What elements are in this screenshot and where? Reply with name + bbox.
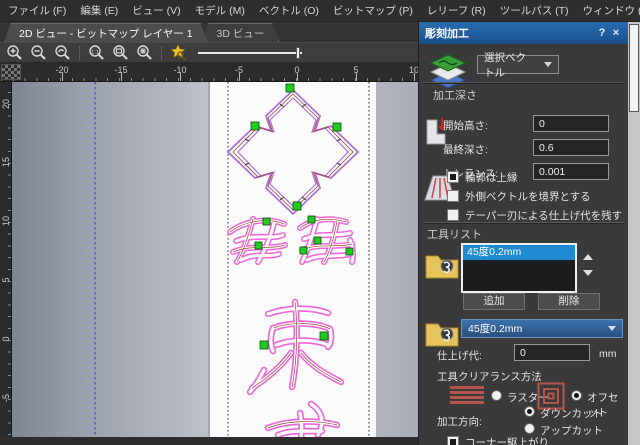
ruler-tick <box>414 73 415 81</box>
raster-radio[interactable] <box>491 390 502 401</box>
up-cut-label: アップカット <box>540 423 603 438</box>
active-tool-dropdown[interactable]: 45度0.2mm <box>461 319 623 338</box>
svg-text:1:1: 1:1 <box>91 50 99 56</box>
menu-window[interactable]: ウィンドウ (W) <box>583 3 640 18</box>
vector-select-dropdown[interactable]: 選択ベクトル <box>477 55 559 74</box>
zoom-in-icon[interactable] <box>4 44 25 62</box>
tool-list-item[interactable]: 45度0.2mm <box>463 245 575 260</box>
ruler-tick <box>356 73 357 81</box>
down-cut-radio[interactable] <box>524 406 535 417</box>
toolbar-divider <box>161 46 162 60</box>
ruler-tick-label: 0 <box>1 333 11 345</box>
scrollbar-thumb[interactable] <box>629 24 639 112</box>
divider <box>423 82 625 83</box>
help-icon[interactable]: ? <box>595 27 609 39</box>
ruler-tick-label: 5 <box>1 274 11 286</box>
chevron-down-icon <box>544 62 552 67</box>
allowance-label: 仕上げ代: <box>437 348 482 363</box>
delete-tool-button[interactable]: 削除 <box>538 293 600 310</box>
bottom-strip <box>0 437 418 445</box>
allowance-unit: mm <box>599 348 617 360</box>
canvas-2d-view[interactable] <box>12 82 418 437</box>
zoom-fit-icon[interactable] <box>134 44 155 62</box>
corner-ramp-checkbox[interactable] <box>447 436 459 445</box>
ruler-tick-label: 20 <box>1 98 11 110</box>
view-area: 20 15 10 5 0 -5 <box>0 82 418 437</box>
menu-vector[interactable]: ベクトル (O) <box>259 3 319 18</box>
clearance-method-label: 工具クリアランス方法 <box>437 369 542 384</box>
divider <box>423 222 625 223</box>
final-depth-input[interactable] <box>533 139 609 156</box>
app-window: ファイル (F) 編集 (E) ビュー (V) モデル (M) ベクトル (O)… <box>0 0 640 445</box>
tool-listbox[interactable]: 45度0.2mm <box>461 243 577 293</box>
raster-icon <box>449 385 485 407</box>
vertical-ruler: 20 15 10 5 0 -5 <box>0 82 12 437</box>
up-cut-radio[interactable] <box>524 423 535 434</box>
ruler-tick-label: 15 <box>1 156 11 168</box>
zoom-objects-icon[interactable] <box>168 44 189 62</box>
menu-file[interactable]: ファイル (F) <box>8 3 66 18</box>
taper-allowance-checkbox[interactable] <box>447 209 459 221</box>
panel-scrollbar[interactable] <box>628 22 640 445</box>
offset-radio[interactable] <box>571 390 582 401</box>
toolbar-divider <box>79 46 80 60</box>
tool-move-down-icon[interactable] <box>583 270 593 276</box>
engraving-panel: 彫刻加工 ? × 選択ベクトル 加工深さ 開始高さ: 最終深さ: トレランス: <box>418 22 628 445</box>
zoom-slider-handle[interactable] <box>296 47 300 59</box>
zoom-previous-icon[interactable] <box>52 44 73 62</box>
tool-folder-icon <box>423 316 461 350</box>
menu-view[interactable]: ビュー (V) <box>132 3 180 18</box>
allowance-input[interactable] <box>514 344 590 361</box>
outer-vector-boundary-checkbox[interactable] <box>447 190 459 202</box>
ruler-tick <box>121 73 122 81</box>
tool-folder-icon <box>423 248 461 282</box>
ruler-tick <box>62 73 63 81</box>
chevron-down-icon <box>608 326 616 331</box>
panel-title: 彫刻加工 <box>425 25 469 41</box>
menu-bitmap[interactable]: ビットマップ (P) <box>333 3 413 18</box>
zoom-out-icon[interactable] <box>28 44 49 62</box>
direction-label: 加工方向: <box>437 414 482 429</box>
ruler-tick <box>180 73 181 81</box>
close-icon[interactable]: × <box>609 27 623 39</box>
ruler-origin-icon[interactable] <box>1 64 21 80</box>
menu-relief[interactable]: レリーフ (R) <box>427 3 486 18</box>
menu-toolpath[interactable]: ツールパス (T) <box>500 3 569 18</box>
menu-edit[interactable]: 編集 (E) <box>80 3 118 18</box>
contour-top-edge-label: 輪郭は上縁 <box>465 170 518 185</box>
zoom-1to1-icon[interactable]: 1:1 <box>86 44 107 62</box>
tab-3d-view[interactable]: 3D ビュー <box>202 23 280 42</box>
section-title-tool-list: 工具リスト <box>427 226 482 242</box>
zoom-slider-track <box>198 52 302 54</box>
menu-model[interactable]: モデル (M) <box>195 3 245 18</box>
contour-top-edge-checkbox[interactable] <box>447 171 459 183</box>
panel-header[interactable]: 彫刻加工 ? × <box>419 22 629 44</box>
start-height-input[interactable] <box>533 115 609 132</box>
corner-ramp-label: コーナー駆上がり <box>465 435 549 445</box>
vector-select-label: 選択ベクトル <box>484 50 536 80</box>
final-depth-label: 最終深さ: <box>443 142 488 157</box>
selected-vectors-icon <box>427 50 469 90</box>
ruler-tick-label: 10 <box>1 215 11 227</box>
taper-allowance-label: テーパー刃による仕上げ代を残す <box>465 208 622 223</box>
ruler-tick-label: -5 <box>1 392 11 404</box>
active-tool-value: 45度0.2mm <box>468 321 522 336</box>
outer-vector-boundary-label: 外側ベクトルを境界とする <box>465 189 591 204</box>
zoom-slider[interactable] <box>198 46 302 60</box>
tool-move-up-icon[interactable] <box>583 254 593 260</box>
tab-2d-view[interactable]: 2D ビュー - ビットマップ レイヤー 1 <box>4 23 208 42</box>
horizontal-ruler: -20-15-10-50510 <box>0 62 418 82</box>
start-height-label: 開始高さ: <box>443 118 488 133</box>
section-title-depth: 加工深さ <box>433 87 477 103</box>
view-tabs: 2D ビュー - ビットマップ レイヤー 1 3D ビュー <box>0 22 418 42</box>
tolerance-input[interactable] <box>533 163 609 180</box>
zoom-window-icon[interactable] <box>110 44 131 62</box>
zoom-toolbar: 1:1 <box>0 42 418 62</box>
ruler-tick <box>297 73 298 81</box>
menu-bar: ファイル (F) 編集 (E) ビュー (V) モデル (M) ベクトル (O)… <box>0 0 640 22</box>
add-tool-button[interactable]: 追加 <box>463 293 525 310</box>
ruler-tick <box>239 73 240 81</box>
workspace: 2D ビュー - ビットマップ レイヤー 1 3D ビュー 1:1 <box>0 22 418 445</box>
down-cut-label: ダウンカット <box>540 406 603 421</box>
